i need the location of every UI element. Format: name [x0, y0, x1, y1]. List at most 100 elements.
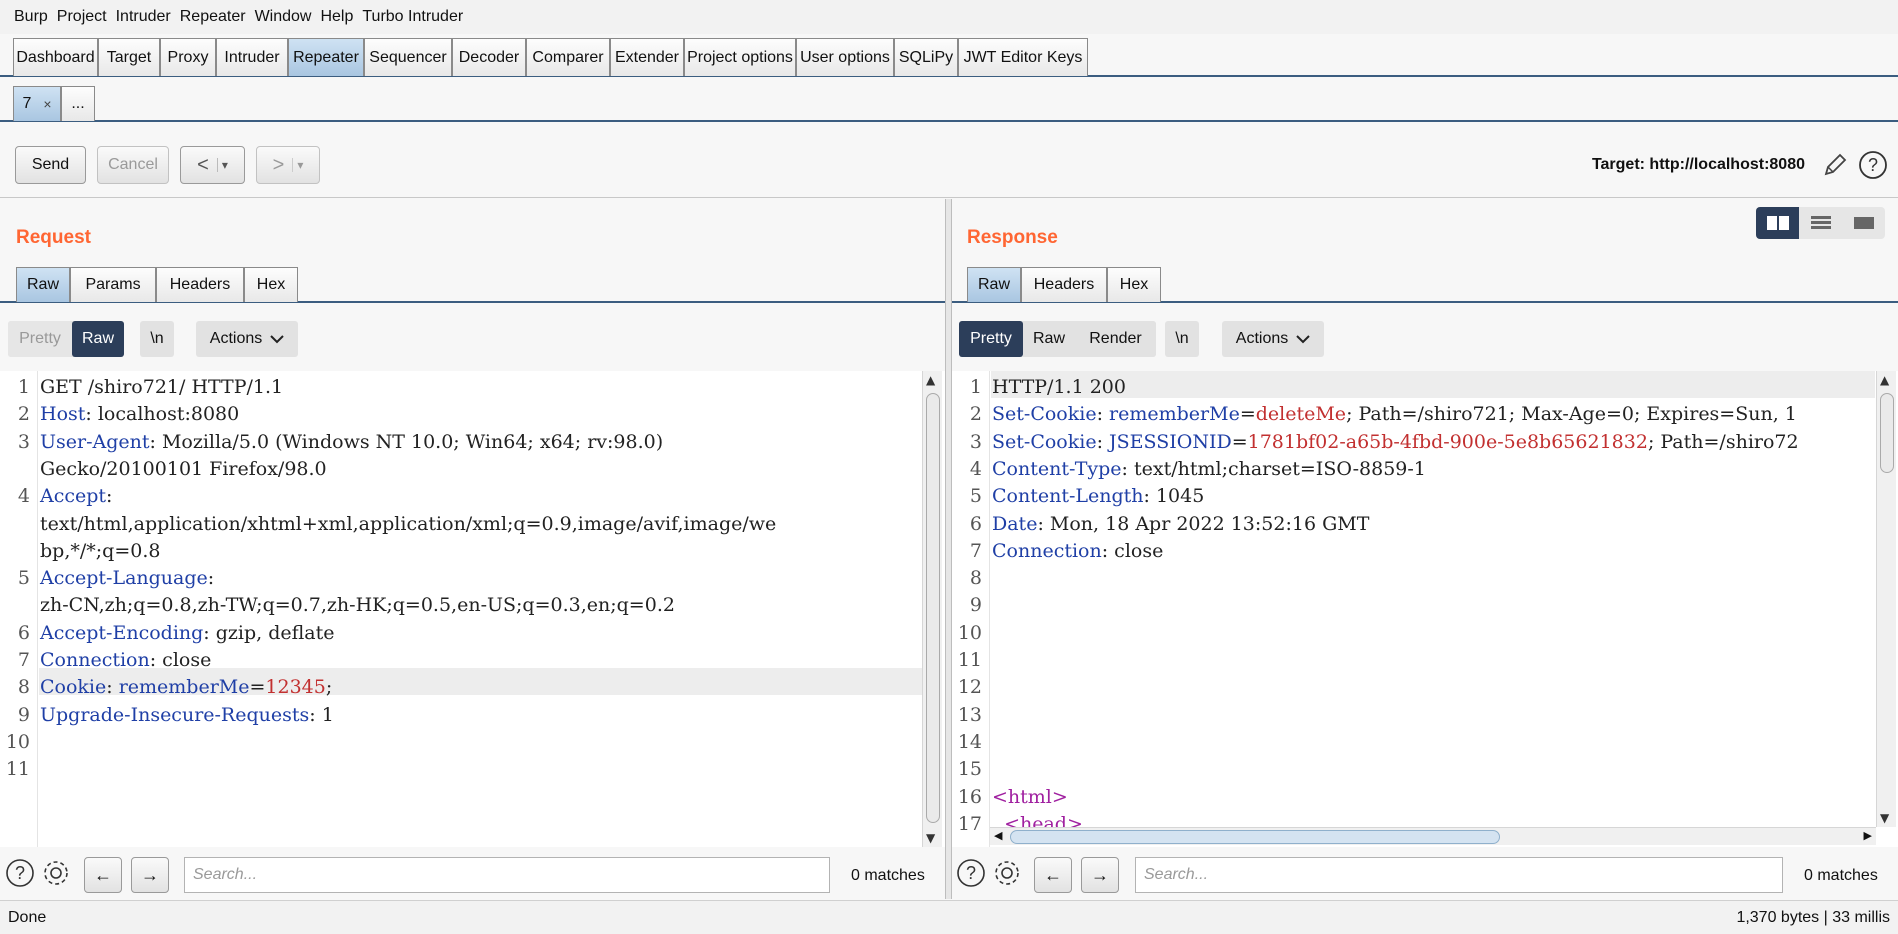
code-line: Accept:: [40, 485, 113, 508]
help-icon[interactable]: ?: [4, 857, 36, 889]
request-newline-button[interactable]: \n: [140, 321, 174, 357]
response-matches: 0 matches: [1804, 867, 1878, 884]
scroll-thumb[interactable]: [926, 393, 940, 823]
forward-button[interactable]: > ▾: [256, 146, 320, 184]
response-editor[interactable]: HTTP/1.1 200 Set-Cookie: rememberMe=delet…: [952, 371, 1898, 847]
horizontal-scroll-thumb[interactable]: [1010, 830, 1500, 844]
line-number: 15: [957, 758, 982, 781]
menu-help[interactable]: Help: [320, 8, 353, 26]
code-line: Upgrade-Insecure-Requests: 1: [40, 703, 334, 726]
close-icon[interactable]: ×: [43, 96, 51, 112]
menu-window[interactable]: Window: [255, 8, 312, 26]
help-icon[interactable]: ?: [955, 857, 987, 889]
tab-target[interactable]: Target: [98, 38, 160, 76]
line-number: 10: [957, 621, 982, 644]
repeater-tab-label: 7: [22, 95, 32, 112]
menu-project[interactable]: Project: [57, 8, 107, 26]
line-number: 9: [17, 703, 30, 726]
tab-intruder[interactable]: Intruder: [216, 38, 288, 76]
line-number: 4: [969, 457, 982, 480]
scroll-left-icon[interactable]: ◀: [994, 829, 1002, 842]
repeater-tab-7[interactable]: 7 ×: [13, 86, 61, 121]
response-vertical-scrollbar[interactable]: ▲ ▼: [1876, 371, 1896, 827]
response-panel: Response Raw Headers Hex Pretty Raw Rend…: [952, 199, 1898, 899]
menu-repeater[interactable]: Repeater: [180, 8, 246, 26]
toolbar: Send Cancel < ▾ > ▾ Target: http://local…: [0, 124, 1898, 198]
line-number: 6: [969, 512, 982, 535]
request-tab-raw[interactable]: Raw: [16, 267, 70, 302]
tab-comparer[interactable]: Comparer: [526, 38, 610, 76]
response-newline-button[interactable]: \n: [1165, 321, 1199, 357]
gear-icon[interactable]: [991, 857, 1023, 889]
tab-decoder[interactable]: Decoder: [452, 38, 526, 76]
line-number: 10: [5, 730, 30, 753]
search-next-button[interactable]: →: [1081, 857, 1119, 893]
response-stats: 1,370 bytes | 33 millis: [1736, 909, 1890, 926]
pencil-icon[interactable]: [1820, 150, 1850, 180]
line-number: 16: [957, 785, 982, 808]
scroll-right-icon[interactable]: ▶: [1864, 829, 1872, 842]
request-editor[interactable]: GET /shiro721/ HTTP/1.1 Host: localhost:8…: [0, 371, 945, 847]
response-pretty-button[interactable]: Pretty: [959, 321, 1023, 357]
scroll-up-icon[interactable]: ▲: [926, 373, 935, 387]
response-render-button[interactable]: Render: [1075, 321, 1156, 357]
menu-burp[interactable]: Burp: [14, 8, 48, 26]
request-pretty-button[interactable]: Pretty: [8, 321, 72, 357]
gear-icon[interactable]: [40, 857, 72, 889]
response-horizontal-scrollbar[interactable]: ◀ ▶: [990, 827, 1876, 845]
request-actions-button[interactable]: Actions: [196, 321, 298, 357]
request-tab-headers[interactable]: Headers: [156, 267, 244, 302]
tab-dashboard[interactable]: Dashboard: [13, 38, 98, 76]
code-line: Set-Cookie: JSESSIONID=1781bf02-a65b-4fb…: [992, 430, 1799, 453]
request-tab-params[interactable]: Params: [70, 267, 156, 302]
chevron-down-icon[interactable]: ▾: [216, 158, 228, 172]
svg-text:?: ?: [966, 863, 976, 883]
search-prev-button[interactable]: ←: [84, 857, 122, 893]
menu-intruder[interactable]: Intruder: [116, 8, 171, 26]
scroll-thumb[interactable]: [1880, 393, 1894, 473]
tab-project-options[interactable]: Project options: [684, 38, 796, 76]
request-tab-hex[interactable]: Hex: [244, 267, 298, 302]
panel-splitter[interactable]: [945, 199, 952, 899]
scroll-up-icon[interactable]: ▲: [1880, 373, 1889, 387]
repeater-tab-bar: 7 × ...: [0, 86, 1898, 122]
repeater-tab-new[interactable]: ...: [61, 86, 95, 121]
response-tab-hex[interactable]: Hex: [1107, 267, 1161, 302]
line-number: 2: [17, 403, 30, 426]
code-line: Connection: close: [40, 649, 212, 671]
tab-extender[interactable]: Extender: [610, 38, 684, 76]
search-next-button[interactable]: →: [131, 857, 169, 893]
response-tab-raw[interactable]: Raw: [967, 267, 1021, 302]
chevron-down-icon[interactable]: ▾: [292, 158, 303, 172]
request-matches: 0 matches: [851, 867, 925, 884]
tab-repeater[interactable]: Repeater: [288, 38, 364, 76]
tab-user-options[interactable]: User options: [796, 38, 894, 76]
search-prev-button[interactable]: ←: [1034, 857, 1072, 893]
request-search-input[interactable]: [184, 857, 830, 893]
menu-turbo-intruder[interactable]: Turbo Intruder: [362, 8, 463, 26]
tab-jwt-editor-keys[interactable]: JWT Editor Keys: [958, 38, 1088, 76]
target-label: Target: http://localhost:8080: [1591, 156, 1805, 173]
response-raw-button[interactable]: Raw: [1023, 321, 1075, 357]
line-number: 14: [957, 730, 982, 753]
help-icon[interactable]: ?: [1858, 150, 1888, 180]
response-tab-headers[interactable]: Headers: [1021, 267, 1107, 302]
tab-proxy[interactable]: Proxy: [160, 38, 216, 76]
response-search-input[interactable]: [1135, 857, 1783, 893]
cancel-button[interactable]: Cancel: [97, 146, 169, 184]
main-tab-bar: Dashboard Target Proxy Intruder Repeater…: [0, 38, 1898, 77]
tab-sequencer[interactable]: Sequencer: [364, 38, 452, 76]
line-number: 3: [17, 430, 30, 453]
line-number: 8: [969, 567, 982, 590]
scroll-down-icon[interactable]: ▼: [1880, 811, 1889, 825]
response-actions-button[interactable]: Actions: [1222, 321, 1324, 357]
send-button[interactable]: Send: [15, 146, 86, 184]
chevron-down-icon: [1296, 335, 1310, 344]
request-raw-button[interactable]: Raw: [72, 321, 124, 357]
back-button[interactable]: < ▾: [180, 146, 245, 184]
scroll-down-icon[interactable]: ▼: [926, 831, 935, 845]
tab-sqlipy[interactable]: SQLiPy: [894, 38, 958, 76]
menu-bar: Burp Project Intruder Repeater Window He…: [0, 0, 1898, 34]
request-vertical-scrollbar[interactable]: ▲ ▼: [922, 371, 942, 847]
request-search-bar: ? ← → 0 matches: [0, 851, 945, 895]
